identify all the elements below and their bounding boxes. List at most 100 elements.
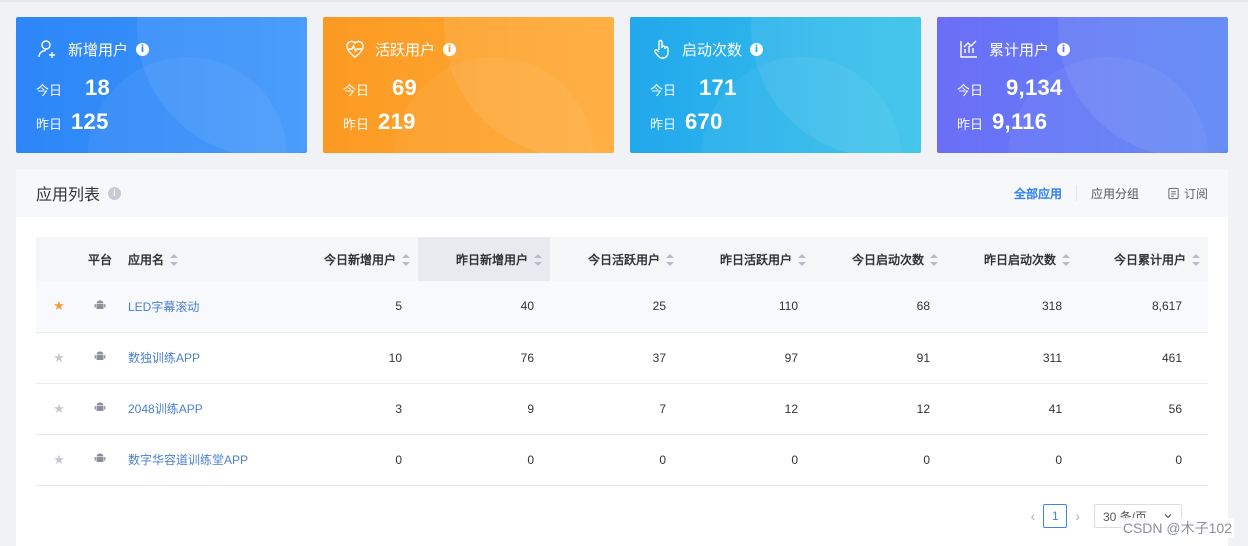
android-icon bbox=[94, 453, 106, 467]
yesterday-new-cell: 0 bbox=[418, 434, 550, 486]
info-icon[interactable]: i bbox=[136, 42, 150, 56]
yesterday-active-cell: 97 bbox=[682, 332, 814, 384]
subscribe-label: 订阅 bbox=[1183, 186, 1208, 201]
yesterday-active-cell: 12 bbox=[682, 383, 814, 435]
chart-icon bbox=[957, 37, 981, 61]
yesterday-label: 昨日 bbox=[650, 117, 677, 132]
card-active-users[interactable]: 活跃用户 i 今日 69 昨日 219 bbox=[323, 17, 614, 153]
app-name-column-header[interactable]: 应用名 bbox=[118, 237, 278, 281]
today-new-cell: 5 bbox=[278, 281, 418, 333]
all-apps-tab[interactable]: 全部应用 bbox=[1014, 185, 1076, 202]
yesterday-new-cell: 9 bbox=[418, 383, 550, 435]
today-value: 9,134 bbox=[1006, 75, 1063, 100]
card-total-users[interactable]: 累计用户 i 今日 9,134 昨日 9,116 bbox=[937, 17, 1228, 153]
card-title: 累计用户 bbox=[989, 41, 1050, 59]
today-new-cell: 3 bbox=[278, 383, 418, 435]
sort-icon[interactable] bbox=[666, 254, 674, 267]
yesterday-label: 昨日 bbox=[957, 117, 984, 132]
app-link[interactable]: 数字华容道训练堂APP bbox=[118, 453, 248, 467]
info-icon[interactable]: i bbox=[750, 42, 764, 56]
today-launch-cell: 68 bbox=[814, 281, 946, 333]
top-divider bbox=[0, 0, 1248, 2]
subscribe-button[interactable]: 订阅 bbox=[1153, 185, 1208, 202]
header-label: 今日累计用户 bbox=[1113, 252, 1186, 267]
yesterday-launch-column-header[interactable]: 昨日启动次数 bbox=[946, 237, 1078, 281]
today-active-column-header[interactable]: 今日活跃用户 bbox=[550, 237, 682, 281]
card-title: 新增用户 bbox=[68, 41, 129, 59]
table-row: ★ LED字幕滚动 5 40 25 110 68 318 8,617 bbox=[36, 281, 1208, 333]
info-icon[interactable]: i bbox=[443, 42, 457, 56]
today-total-column-header[interactable]: 今日累计用户 bbox=[1078, 237, 1208, 281]
star-cell: ★ bbox=[36, 383, 82, 435]
today-launch-column-header[interactable]: 今日启动次数 bbox=[814, 237, 946, 281]
card-header: 新增用户 i bbox=[36, 37, 150, 61]
today-label: 今日 bbox=[650, 83, 677, 98]
yesterday-value: 125 bbox=[71, 109, 109, 134]
app-table: 平台 应用名 今日新增用户 昨日新增用户 今日活跃用户 昨日活跃用户 今日启动次… bbox=[36, 237, 1208, 486]
yesterday-new-column-header[interactable]: 昨日新增用户 bbox=[418, 237, 550, 281]
panel-header: 应用列表 i 全部应用 应用分组 订阅 bbox=[16, 169, 1228, 217]
card-title: 活跃用户 bbox=[375, 41, 436, 59]
today-total-cell: 8,617 bbox=[1078, 281, 1208, 333]
header-label: 昨日新增用户 bbox=[455, 252, 528, 267]
star-icon[interactable]: ★ bbox=[53, 298, 65, 313]
sort-icon[interactable] bbox=[930, 254, 938, 267]
card-launches[interactable]: 启动次数 i 今日 171 昨日 670 bbox=[630, 17, 921, 153]
app-name-cell: 数独训练APP bbox=[118, 332, 278, 384]
today-value: 18 bbox=[85, 75, 111, 100]
android-icon bbox=[94, 402, 106, 416]
panel-actions: 全部应用 应用分组 订阅 bbox=[1014, 185, 1208, 202]
star-cell: ★ bbox=[36, 332, 82, 384]
sort-icon[interactable] bbox=[534, 254, 542, 267]
yesterday-active-column-header[interactable]: 昨日活跃用户 bbox=[682, 237, 814, 281]
page-number-button[interactable]: 1 bbox=[1043, 504, 1068, 528]
yesterday-value: 219 bbox=[378, 109, 416, 134]
app-link[interactable]: LED字幕滚动 bbox=[118, 300, 199, 314]
yesterday-stat: 昨日 125 bbox=[36, 109, 109, 135]
card-header: 累计用户 i bbox=[957, 37, 1071, 61]
sort-icon[interactable] bbox=[798, 254, 806, 267]
next-page-icon[interactable]: › bbox=[1075, 508, 1080, 524]
today-stat: 今日 69 bbox=[343, 75, 417, 101]
header-label: 今日活跃用户 bbox=[587, 252, 660, 267]
header-label: 昨日启动次数 bbox=[983, 252, 1056, 267]
yesterday-stat: 昨日 9,116 bbox=[957, 109, 1047, 135]
sort-icon[interactable] bbox=[402, 254, 410, 267]
card-new-users[interactable]: 新增用户 i 今日 18 昨日 125 bbox=[16, 17, 307, 153]
star-icon[interactable]: ★ bbox=[53, 452, 65, 467]
yesterday-new-cell: 40 bbox=[418, 281, 550, 333]
sort-icon[interactable] bbox=[1062, 254, 1070, 267]
today-new-column-header[interactable]: 今日新增用户 bbox=[278, 237, 418, 281]
header-label: 昨日活跃用户 bbox=[719, 252, 792, 267]
app-list-panel: 应用列表 i 全部应用 应用分组 订阅 平台 应用名 今日新增用户 昨日新增用户… bbox=[16, 169, 1228, 546]
table-row: ★ 数独训练APP 10 76 37 97 91 311 461 bbox=[36, 332, 1208, 384]
yesterday-launch-cell: 311 bbox=[946, 332, 1078, 384]
panel-title: 应用列表 bbox=[36, 187, 101, 204]
info-icon[interactable]: i bbox=[108, 186, 122, 200]
star-icon[interactable]: ★ bbox=[53, 350, 65, 365]
today-new-cell: 0 bbox=[278, 434, 418, 486]
prev-page-icon[interactable]: ‹ bbox=[1031, 508, 1036, 524]
yesterday-active-cell: 0 bbox=[682, 434, 814, 486]
today-launch-cell: 91 bbox=[814, 332, 946, 384]
app-name-cell: LED字幕滚动 bbox=[118, 281, 278, 333]
today-label: 今日 bbox=[36, 83, 63, 98]
app-link[interactable]: 数独训练APP bbox=[118, 351, 200, 365]
today-launch-cell: 12 bbox=[814, 383, 946, 435]
app-link[interactable]: 2048训练APP bbox=[118, 402, 203, 416]
card-title: 启动次数 bbox=[682, 41, 743, 59]
header-label: 今日新增用户 bbox=[323, 252, 396, 267]
platform-column-header: 平台 bbox=[82, 237, 118, 281]
today-stat: 今日 171 bbox=[650, 75, 737, 101]
info-icon[interactable]: i bbox=[1057, 42, 1071, 56]
yesterday-value: 9,116 bbox=[992, 109, 1048, 134]
today-stat: 今日 18 bbox=[36, 75, 110, 101]
sort-icon[interactable] bbox=[170, 254, 179, 267]
sort-icon[interactable] bbox=[1192, 254, 1200, 267]
platform-cell bbox=[82, 281, 118, 333]
user-add-icon bbox=[36, 37, 60, 61]
app-group-tab[interactable]: 应用分组 bbox=[1077, 185, 1153, 202]
today-active-cell: 0 bbox=[550, 434, 682, 486]
table-row: ★ 2048训练APP 3 9 7 12 12 41 56 bbox=[36, 383, 1208, 435]
star-icon[interactable]: ★ bbox=[53, 401, 65, 416]
